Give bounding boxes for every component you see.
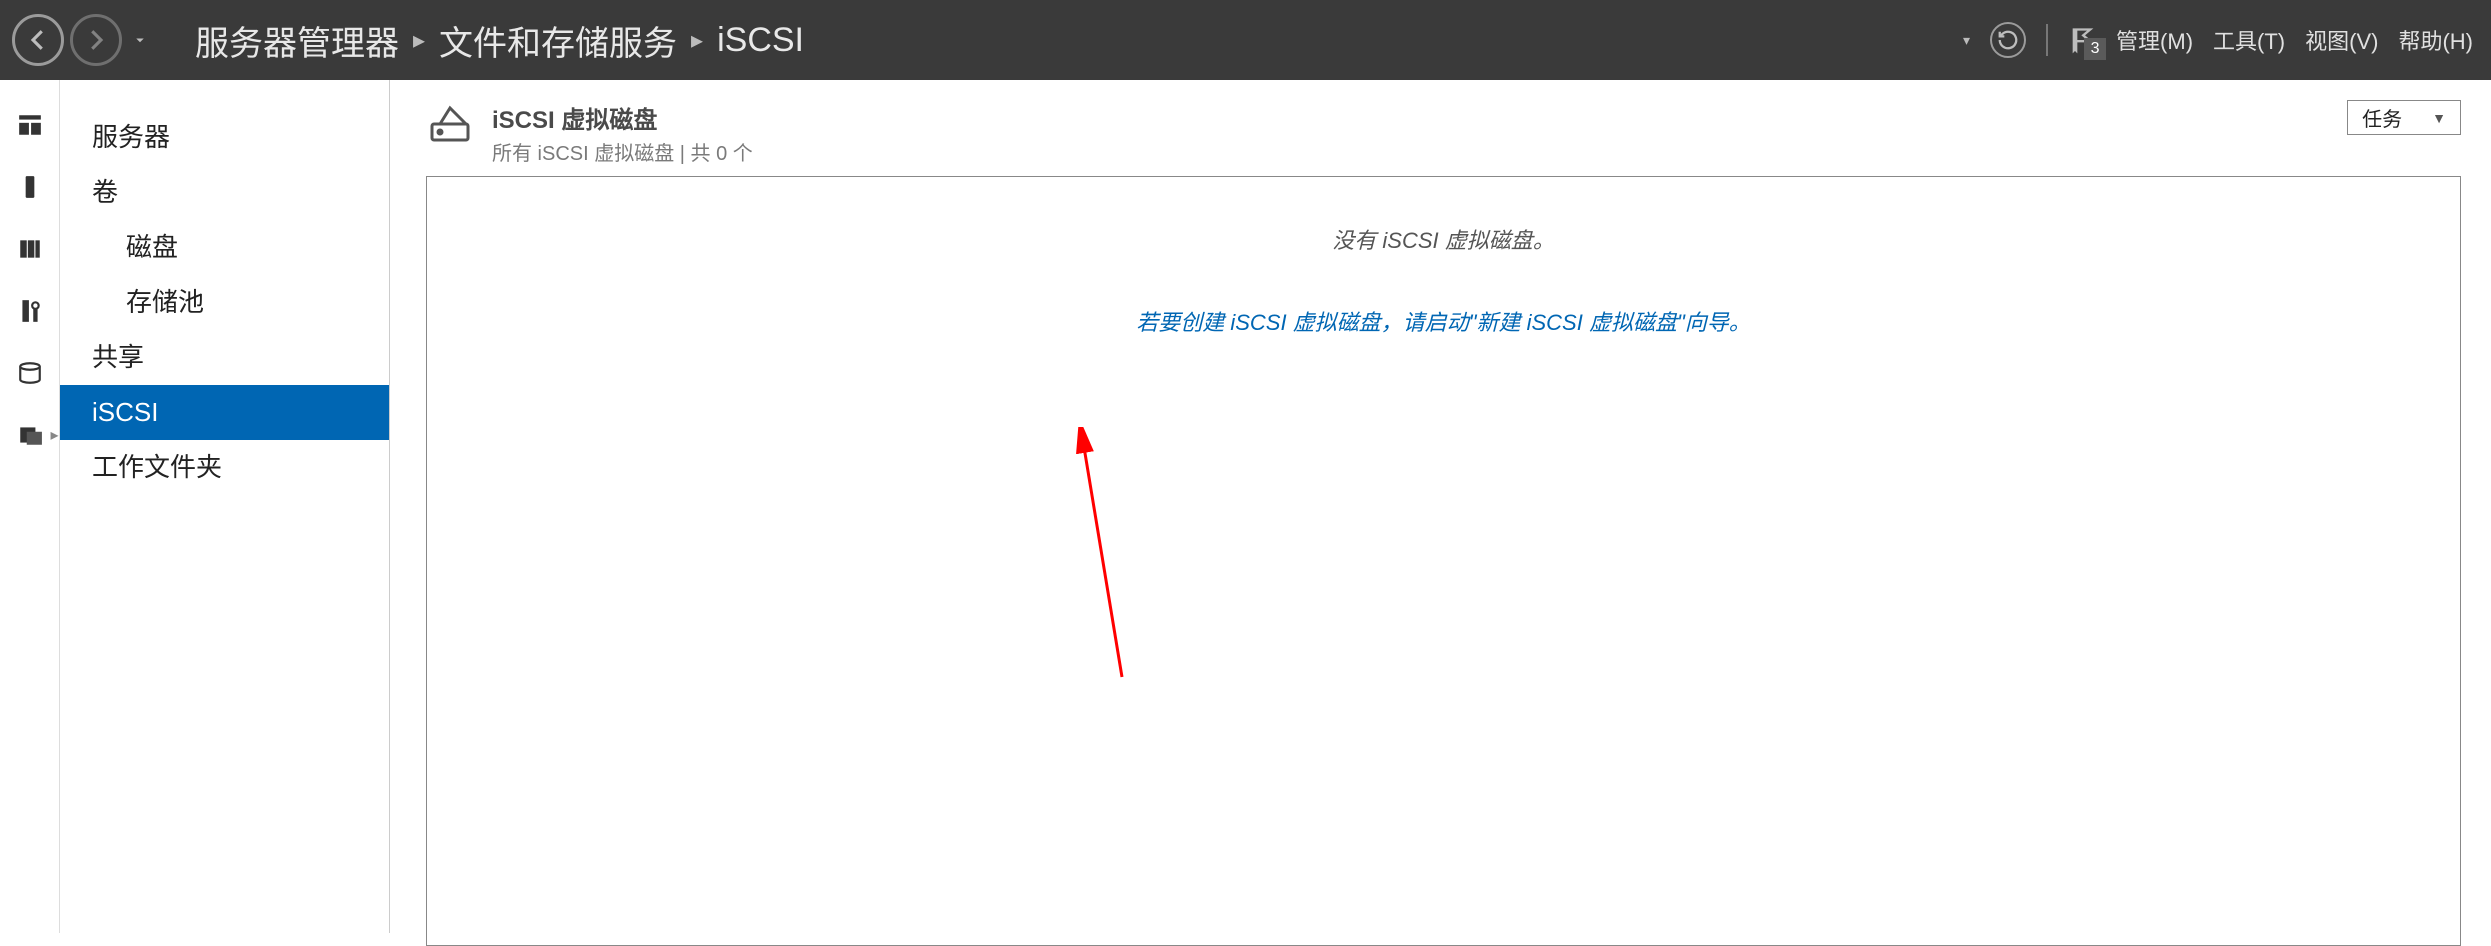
- notifications-button[interactable]: 3: [2068, 26, 2096, 54]
- sidebar-item-workfolders[interactable]: 工作文件夹: [60, 440, 389, 495]
- breadcrumb-current[interactable]: iSCSI: [717, 21, 804, 60]
- sidebar-item-volumes[interactable]: 卷: [60, 165, 389, 220]
- virtual-disks-panel: 没有 iSCSI 虚拟磁盘。 若要创建 iSCSI 虚拟磁盘，请启动"新建 iS…: [426, 176, 2461, 946]
- nav-buttons: [0, 0, 155, 80]
- nav-history-dropdown[interactable]: [125, 14, 155, 66]
- empty-state-text: 没有 iSCSI 虚拟磁盘。: [427, 223, 2460, 255]
- virtual-disk-icon: [426, 100, 474, 153]
- sidebar-item-iscsi[interactable]: iSCSI: [60, 385, 389, 440]
- window-titlebar: 服务器管理器 ▸ 文件和存储服务 ▸ iSCSI ▾ 3 管理(M) 工具(T)…: [0, 0, 2491, 80]
- annotation-arrow: [1067, 427, 1147, 687]
- menu-manage[interactable]: 管理(M): [2116, 24, 2193, 56]
- chevron-down-icon: ▼: [2432, 110, 2446, 126]
- breadcrumb-root[interactable]: 服务器管理器: [195, 16, 399, 65]
- separator: [2046, 24, 2048, 56]
- icon-rail: [0, 80, 60, 933]
- tasks-dropdown[interactable]: 任务 ▼: [2347, 100, 2461, 135]
- rail-tools-icon[interactable]: [15, 296, 45, 326]
- sidebar-item-shares[interactable]: 共享: [60, 330, 389, 385]
- main-content: iSCSI 虚拟磁盘 所有 iSCSI 虚拟磁盘 | 共 0 个 任务 ▼ 没有…: [390, 80, 2491, 933]
- breadcrumb-service[interactable]: 文件和存储服务: [439, 16, 677, 65]
- chevron-right-icon: ▸: [691, 26, 703, 55]
- sidebar-item-disks[interactable]: 磁盘: [60, 220, 389, 275]
- rail-dashboard-icon[interactable]: [15, 110, 45, 140]
- notifications-badge: 3: [2084, 38, 2106, 60]
- panel-header: iSCSI 虚拟磁盘 所有 iSCSI 虚拟磁盘 | 共 0 个 任务 ▼: [426, 100, 2461, 166]
- panel-title: iSCSI 虚拟磁盘: [492, 100, 753, 135]
- menu-view[interactable]: 视图(V): [2305, 24, 2378, 56]
- rail-all-servers-icon[interactable]: [15, 234, 45, 264]
- titlebar-right-group: ▾ 3 管理(M) 工具(T) 视图(V) 帮助(H): [1963, 22, 2491, 58]
- menu-help[interactable]: 帮助(H): [2398, 24, 2473, 56]
- app-body: 服务器 卷 磁盘 存储池 共享 iSCSI 工作文件夹 iSCSI 虚拟磁盘 所…: [0, 80, 2491, 933]
- refresh-button[interactable]: [1990, 22, 2026, 58]
- breadcrumb: 服务器管理器 ▸ 文件和存储服务 ▸ iSCSI: [195, 16, 804, 65]
- panel-header-text: iSCSI 虚拟磁盘 所有 iSCSI 虚拟磁盘 | 共 0 个: [492, 100, 753, 166]
- sidebar-item-servers[interactable]: 服务器: [60, 110, 389, 165]
- chevron-right-icon: ▸: [413, 26, 425, 55]
- chevron-down-icon[interactable]: ▾: [1963, 32, 1970, 49]
- new-virtual-disk-wizard-link[interactable]: 若要创建 iSCSI 虚拟磁盘，请启动"新建 iSCSI 虚拟磁盘"向导。: [1136, 305, 1751, 337]
- panel-subtitle: 所有 iSCSI 虚拟磁盘 | 共 0 个: [492, 137, 753, 166]
- nav-back-button[interactable]: [12, 14, 64, 66]
- rail-local-server-icon[interactable]: [15, 172, 45, 202]
- tasks-label: 任务: [2362, 103, 2402, 132]
- nav-forward-button[interactable]: [70, 14, 122, 66]
- sidebar: 服务器 卷 磁盘 存储池 共享 iSCSI 工作文件夹: [60, 80, 390, 933]
- menu-tools[interactable]: 工具(T): [2213, 24, 2285, 56]
- rail-file-storage-icon[interactable]: [15, 420, 45, 450]
- rail-drives-icon[interactable]: [15, 358, 45, 388]
- sidebar-item-storagepools[interactable]: 存储池: [60, 275, 389, 330]
